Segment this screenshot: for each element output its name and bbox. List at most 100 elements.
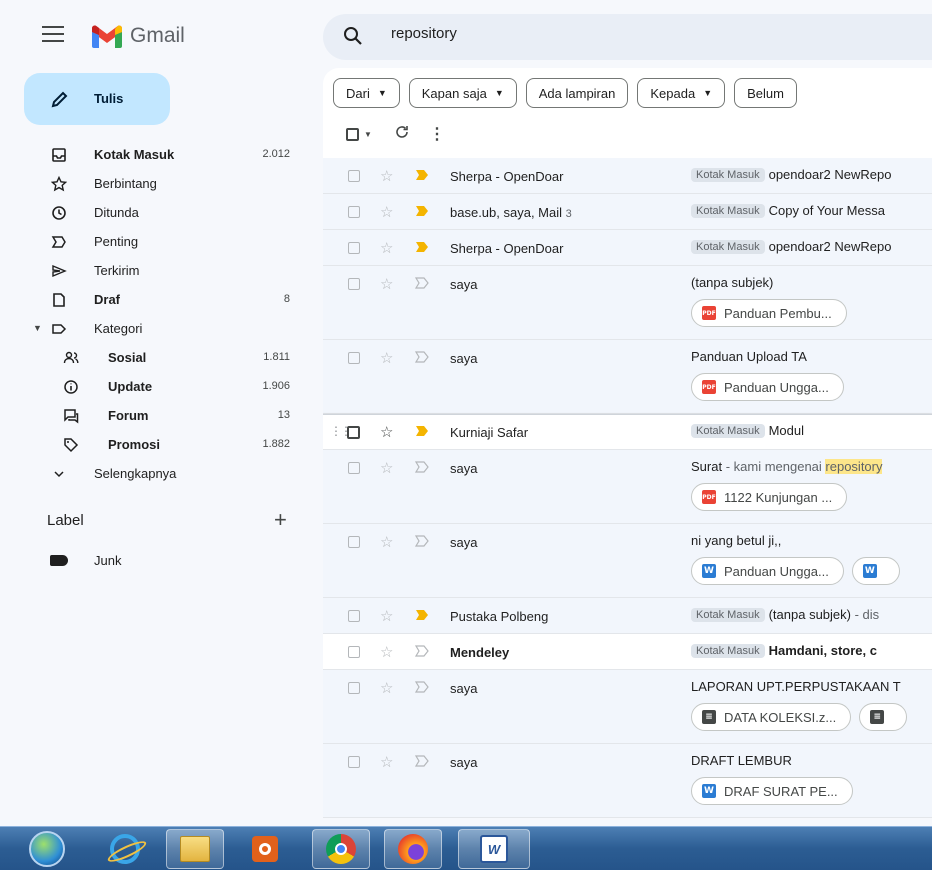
sidebar-item-forums[interactable]: Forum 13 [0, 401, 310, 430]
email-sender: saya [450, 461, 478, 476]
filter-chip-from[interactable]: Dari ▼ [333, 78, 400, 108]
sidebar-item-social[interactable]: Sosial 1.811 [0, 343, 310, 372]
row-checkbox[interactable] [348, 756, 360, 768]
more-options-icon[interactable]: ⋮ [429, 124, 445, 144]
taskbar-vlc[interactable] [236, 829, 294, 869]
sidebar-item-sent[interactable]: Terkirim [0, 256, 310, 285]
important-marker-icon[interactable] [415, 351, 429, 363]
row-checkbox[interactable] [348, 352, 360, 364]
star-icon[interactable]: ☆ [380, 459, 393, 477]
attachment-chip[interactable]: W Panduan Ungga... [691, 557, 844, 585]
sidebar-item-label: Penting [94, 234, 139, 249]
email-row[interactable]: ☆ saya DRAFT LEMBUR W DRAF SURAT PE... [323, 744, 932, 818]
email-row[interactable]: ☆ base.ub, saya, Mail 3 Kotak Masuk Copy of… [323, 194, 932, 230]
taskbar-internet-explorer[interactable] [96, 829, 154, 869]
important-marker-icon[interactable] [415, 277, 429, 289]
sidebar-item-more[interactable]: Selengkapnya [0, 459, 310, 488]
important-marker-icon[interactable] [415, 241, 429, 253]
sidebar-item-updates[interactable]: Update 1.906 [0, 372, 310, 401]
email-row[interactable]: ☆ saya Surat - kami mengenai repository PDF… [323, 450, 932, 524]
taskbar-word[interactable]: W [458, 829, 530, 869]
important-marker-icon[interactable] [415, 609, 429, 621]
row-checkbox[interactable] [348, 610, 360, 622]
star-icon[interactable]: ☆ [380, 423, 393, 441]
filter-chip-to[interactable]: Kepada ▼ [637, 78, 726, 108]
taskbar-firefox[interactable] [384, 829, 442, 869]
star-icon[interactable]: ☆ [380, 679, 393, 697]
email-sender: Pustaka Polbeng [450, 609, 549, 624]
email-row[interactable]: ☆ Mendeley Kotak Masuk Hamdani, store, c [323, 634, 932, 670]
row-checkbox[interactable] [347, 426, 360, 439]
star-icon[interactable]: ☆ [380, 239, 393, 257]
taskbar-file-explorer[interactable] [166, 829, 224, 869]
sidebar-item-inbox[interactable]: Kotak Masuk 2.012 [0, 140, 310, 169]
email-row[interactable]: ☆ saya Panduan Upload TA PDF Panduan Ungga..… [323, 340, 932, 414]
sidebar-item-starred[interactable]: Berbintang [0, 169, 310, 198]
attachment-chip[interactable]: W [851, 557, 900, 585]
taskbar-chrome[interactable] [312, 829, 370, 869]
sidebar-item-categories[interactable]: ▼ Kategori [0, 314, 310, 343]
row-checkbox[interactable] [348, 278, 360, 290]
sidebar-item-snoozed[interactable]: Ditunda [0, 198, 310, 227]
star-icon[interactable]: ☆ [380, 167, 393, 185]
email-subject-line: Kotak Masuk opendoar2 NewRepo [691, 239, 891, 254]
sidebar-item-important[interactable]: Penting [0, 227, 310, 256]
add-label-icon[interactable]: + [274, 509, 287, 531]
star-icon[interactable]: ☆ [380, 349, 393, 367]
compose-button[interactable]: Tulis [24, 73, 170, 125]
row-checkbox[interactable] [348, 206, 360, 218]
row-checkbox[interactable] [348, 462, 360, 474]
attachment-chip[interactable]: PDF Panduan Pembu... [691, 299, 847, 327]
attachment-chip[interactable]: ≡ [859, 703, 908, 731]
row-checkbox[interactable] [348, 242, 360, 254]
select-all-checkbox[interactable] [346, 128, 359, 141]
important-marker-icon[interactable] [415, 681, 429, 693]
filter-chip-unread[interactable]: Belum [734, 78, 797, 108]
star-icon[interactable]: ☆ [380, 203, 393, 221]
expand-caret-icon[interactable]: ▼ [33, 323, 42, 333]
attachment-chip[interactable]: PDF 1122 Kunjungan ... [691, 483, 848, 511]
sidebar-item-promotions[interactable]: Promosi 1.882 [0, 430, 310, 459]
important-marker-icon[interactable] [415, 461, 429, 473]
email-subject: Surat [691, 459, 723, 474]
important-marker-icon[interactable] [415, 645, 429, 657]
attachment-chips: PDF Panduan Ungga... [691, 373, 844, 401]
email-row[interactable]: ☆ Pustaka Polbeng Kotak Masuk (tanpa subjek… [323, 598, 932, 634]
main-menu-icon[interactable] [42, 26, 64, 44]
row-checkbox[interactable] [348, 170, 360, 182]
chrome-icon [326, 834, 356, 864]
filter-chip-has-attachment[interactable]: Ada lampiran [525, 78, 629, 108]
select-dropdown-icon[interactable]: ▼ [364, 130, 372, 139]
important-marker-icon[interactable] [415, 205, 429, 217]
star-icon[interactable]: ☆ [380, 753, 393, 771]
search-input[interactable] [391, 25, 891, 42]
refresh-icon[interactable] [394, 124, 410, 140]
email-row[interactable]: ☆ saya LAPORAN UPT.PERPUSTAKAAN T ≡ DATA KOL… [323, 670, 932, 744]
gmail-logo[interactable]: Gmail [92, 24, 185, 48]
important-marker-icon[interactable] [415, 169, 429, 181]
star-icon[interactable]: ☆ [380, 275, 393, 293]
star-icon[interactable]: ☆ [380, 643, 393, 661]
email-row[interactable]: ☆ Sherpa - OpenDoar Kotak Masuk opendoar2 N… [323, 230, 932, 266]
email-row[interactable]: ⋮⋮ ☆ Kurniaji Safar Kotak Masuk Modul [323, 414, 932, 450]
star-icon[interactable]: ☆ [380, 607, 393, 625]
row-checkbox[interactable] [348, 682, 360, 694]
attachment-chip[interactable]: W DRAF SURAT PE... [691, 777, 853, 805]
important-marker-icon[interactable] [415, 425, 429, 437]
sidebar-item-drafts[interactable]: Draf 8 [0, 285, 310, 314]
email-row[interactable]: ☆ saya (tanpa subjek) PDF Panduan Pembu... [323, 266, 932, 340]
row-checkbox[interactable] [348, 646, 360, 658]
start-button[interactable] [22, 829, 72, 869]
row-checkbox[interactable] [348, 536, 360, 548]
sidebar-label-junk[interactable]: Junk [0, 546, 310, 574]
attachment-chip[interactable]: PDF Panduan Ungga... [691, 373, 844, 401]
email-row[interactable]: ☆ Sherpa - OpenDoar Kotak Masuk opendoar2 N… [323, 158, 932, 194]
search-icon[interactable] [343, 26, 363, 46]
star-icon[interactable]: ☆ [380, 533, 393, 551]
important-marker-icon[interactable] [415, 755, 429, 767]
email-row[interactable]: ☆ saya ni yang betul ji,, W Panduan Ungga...… [323, 524, 932, 598]
filter-chip-date[interactable]: Kapan saja ▼ [408, 78, 517, 108]
compose-label: Tulis [94, 91, 124, 106]
important-marker-icon[interactable] [415, 535, 429, 547]
attachment-chip[interactable]: ≡ DATA KOLEKSI.z... [691, 703, 852, 731]
